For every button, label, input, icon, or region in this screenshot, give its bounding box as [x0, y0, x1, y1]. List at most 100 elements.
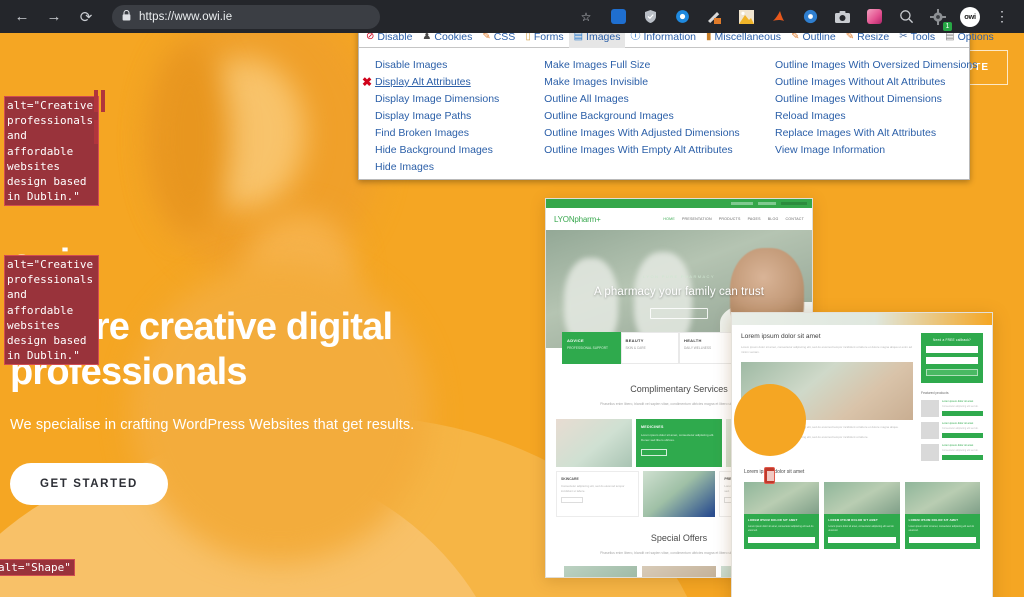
- miscellaneous-icon: ▮: [706, 31, 712, 42]
- menu-item-make-images-invisible[interactable]: Make Images Invisible: [544, 74, 759, 91]
- mockup1-feature-button[interactable]: [641, 449, 667, 456]
- mockup2-bottom-card[interactable]: LOREM IPSUM DOLOR SIT AMET Lorem ipsum d…: [824, 482, 900, 549]
- owi-extension-icon[interactable]: owi: [957, 4, 983, 30]
- get-started-button[interactable]: GET STARTED: [10, 462, 168, 505]
- reload-icon[interactable]: ⟳: [72, 3, 100, 31]
- mockup1-navbar: LYONpharm+ HOME PRESENTATION PRODUCTS PA…: [546, 208, 812, 230]
- mockup2-card-button[interactable]: [748, 536, 816, 543]
- mockup2-product-item[interactable]: Lorem ipsum dolor sit amet Consectetur a…: [921, 422, 983, 439]
- chrome-menu-icon[interactable]: ⋮: [989, 4, 1015, 30]
- menu-item-outline-all-images[interactable]: Outline All Images: [544, 91, 759, 108]
- menu-item-label: Make Images Full Size: [544, 59, 651, 71]
- menu-item-outline-background-images[interactable]: Outline Background Images: [544, 108, 759, 125]
- menu-item-display-image-dimensions[interactable]: Display Image Dimensions: [375, 91, 528, 108]
- menu-item-outline-images-without-dimensions[interactable]: Outline Images Without Dimensions: [775, 91, 969, 108]
- empty-alt-outline: [94, 90, 98, 112]
- mockup2-card-title: LOREM IPSUM DOLOR SIT AMET: [908, 518, 959, 522]
- mockup1-feature-card[interactable]: BEAUTY SKIN & CARE: [620, 332, 679, 364]
- pencil-extension-icon[interactable]: [701, 4, 727, 30]
- menu-item-view-image-information[interactable]: View Image Information: [775, 142, 969, 159]
- menu-item-outline-images-with-empty-alt-attributes[interactable]: Outline Images With Empty Alt Attributes: [544, 142, 759, 159]
- menu-item-label: Reload Images: [775, 110, 846, 122]
- mockup2-form-title: Need a FREE callback?: [932, 338, 972, 342]
- shield-extension-icon[interactable]: [637, 4, 663, 30]
- menu-item-display-image-paths[interactable]: Display Image Paths: [375, 108, 528, 125]
- web-developer-toolbar: ⊘ Disable ♟ Cookies ✎ CSS ▯ Forms ▤ Images ⓘ Inform…: [358, 26, 994, 180]
- url-text: https://www.owi.ie: [139, 10, 233, 23]
- menu-item-outline-images-with-oversized-dimensions[interactable]: Outline Images With Oversized Dimensions: [775, 57, 978, 74]
- mockup2-product-thumb: [921, 444, 939, 461]
- mockup2-bottom-cards: LOREM IPSUM DOLOR SIT AMET Lorem ipsum d…: [744, 482, 980, 549]
- mockup2-product-button[interactable]: [942, 454, 983, 460]
- mockup2-card-button[interactable]: [908, 536, 976, 543]
- search-extension-icon[interactable]: [893, 4, 919, 30]
- bookmark-star-icon[interactable]: ☆: [573, 4, 599, 30]
- menu-item-label: Outline Images Without Alt Attributes: [775, 76, 946, 88]
- mockup1-card-title: HEALTH: [684, 338, 702, 343]
- mockup1-topbar: [546, 199, 812, 208]
- image-extension-icon[interactable]: [733, 4, 759, 30]
- menu-item-outline-images-without-alt-attributes[interactable]: Outline Images Without Alt Attributes: [775, 74, 969, 91]
- mockup2-bottom-card[interactable]: LOREM IPSUM DOLOR SIT AMET Lorem ipsum d…: [904, 482, 980, 549]
- mockup1-feature-card[interactable]: ADVICE PROFESSIONAL SUPPORT: [562, 332, 621, 364]
- mockup2-form-submit-button[interactable]: [926, 369, 978, 376]
- mockup1-feature-text: Lorem ipsum dolor sit amet, consectetur …: [641, 433, 715, 442]
- mockup2-product-item[interactable]: Lorem ipsum dolor sit amet Consectetur a…: [921, 444, 983, 461]
- forward-icon[interactable]: →: [40, 3, 68, 31]
- mockup1-hero-button[interactable]: [650, 308, 708, 319]
- circle-extension-icon[interactable]: [669, 4, 695, 30]
- mockup2-product-name: Lorem ipsum dolor sit amet: [942, 444, 974, 447]
- menu-item-display-alt-attributes[interactable]: ✖ Display Alt Attributes: [362, 74, 528, 91]
- mockup2-bottom-card[interactable]: LOREM IPSUM DOLOR SIT AMET Lorem ipsum d…: [744, 482, 820, 549]
- menu-item-label: Hide Images: [375, 161, 434, 173]
- tools-icon: ✂: [899, 31, 908, 42]
- gradient-extension-icon[interactable]: [861, 4, 887, 30]
- menu-item-reload-images[interactable]: Reload Images: [775, 108, 969, 125]
- mockup2-product-item[interactable]: Lorem ipsum dolor sit amet Consectetur a…: [921, 400, 983, 417]
- camera-extension-icon[interactable]: [829, 4, 855, 30]
- menu-item-label: Display Image Paths: [375, 110, 472, 122]
- sidebar-extension-icon[interactable]: [605, 4, 631, 30]
- mockup2-product-thumb: [921, 400, 939, 417]
- mockup2-form-field-name[interactable]: [926, 346, 978, 353]
- mockup1-tile-button[interactable]: [561, 497, 583, 504]
- mockup1-nav-item: PAGES: [747, 217, 761, 221]
- extension-badge-count: 1: [943, 21, 952, 31]
- cookies-icon: ♟: [422, 31, 432, 42]
- mockup2-product-name: Lorem ipsum dolor sit amet: [942, 422, 974, 425]
- menu-item-label: Find Broken Images: [375, 127, 469, 139]
- bird-extension-icon[interactable]: [765, 4, 791, 30]
- menu-column-1: Disable Images ✖ Display Alt Attributes Dis…: [359, 57, 528, 176]
- menu-item-make-images-full-size[interactable]: Make Images Full Size: [544, 57, 759, 74]
- menu-item-hide-background-images[interactable]: Hide Background Images: [375, 142, 528, 159]
- menu-item-outline-images-with-adjusted-dimensions[interactable]: Outline Images With Adjusted Dimensions: [544, 125, 759, 142]
- mockup2-card-title: LOREM IPSUM DOLOR SIT AMET: [748, 518, 798, 522]
- mockup2-card-button[interactable]: [828, 536, 896, 543]
- mockup2-card-image: [904, 482, 980, 514]
- mockup2-card-image: [824, 482, 900, 514]
- mockup2-form-field-phone[interactable]: [926, 357, 978, 364]
- menu-item-find-broken-images[interactable]: Find Broken Images: [375, 125, 528, 142]
- webdeveloper-extension-icon[interactable]: 1: [925, 4, 952, 31]
- mockup1-nav-links: HOME PRESENTATION PRODUCTS PAGES BLOG CO…: [663, 217, 804, 221]
- mockup2-topbar: [732, 313, 992, 325]
- checked-x-icon: ✖: [362, 75, 373, 89]
- mockup2-product-button[interactable]: [942, 410, 983, 416]
- mockup1-feature-title: MEDICINES: [641, 425, 664, 429]
- mockup2-sidebar: Need a FREE callback? Featured products …: [921, 333, 983, 461]
- mockup2-product-button[interactable]: [942, 432, 983, 438]
- mockup1-feature-card[interactable]: HEALTH DAILY WELLNESS: [679, 332, 738, 364]
- mockup1-card-sub: PROFESSIONAL SUPPORT: [567, 346, 608, 350]
- mockup1-service-feature: MEDICINES Lorem ipsum dolor sit amet, co…: [636, 419, 722, 467]
- menu-item-label: Outline Images With Adjusted Dimensions: [544, 127, 740, 139]
- menu-item-hide-images[interactable]: Hide Images: [375, 159, 528, 176]
- gear-blue-extension-icon[interactable]: [797, 4, 823, 30]
- menu-item-label: Outline All Images: [544, 93, 629, 105]
- mockup2-card-text: Lorem ipsum dolor sit amet, consectetur …: [828, 525, 894, 532]
- resize-icon: ✎: [845, 31, 855, 42]
- back-icon[interactable]: ←: [8, 3, 36, 31]
- address-bar[interactable]: https://www.owi.ie: [112, 4, 380, 29]
- empty-alt-outline: [101, 90, 105, 112]
- menu-item-replace-images-with-alt-attributes[interactable]: Replace Images With Alt Attributes: [775, 125, 969, 142]
- menu-item-disable-images[interactable]: Disable Images: [375, 57, 528, 74]
